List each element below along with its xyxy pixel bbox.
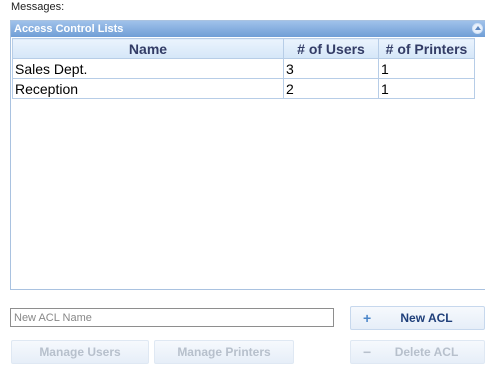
table-row[interactable]: Reception 2 1 <box>12 78 475 99</box>
cell-printers[interactable]: 1 <box>378 78 475 99</box>
table-row[interactable]: Sales Dept. 3 1 <box>12 58 475 79</box>
delete-acl-button[interactable]: − Delete ACL <box>350 340 485 364</box>
manage-printers-label: Manage Printers <box>177 345 271 359</box>
column-header-users[interactable]: # of Users <box>283 38 379 59</box>
column-header-name[interactable]: Name <box>12 38 284 59</box>
plus-icon: + <box>363 310 372 326</box>
cell-users[interactable]: 3 <box>283 58 379 79</box>
minus-icon: − <box>363 344 372 360</box>
messages-label: Messages: <box>11 1 65 13</box>
manage-users-label: Manage Users <box>39 345 121 359</box>
manage-printers-button[interactable]: Manage Printers <box>154 340 294 364</box>
panel-title: Access Control Lists <box>14 23 124 35</box>
acl-table: Name # of Users # of Printers Sales Dept… <box>12 38 475 99</box>
table-header-row: Name # of Users # of Printers <box>12 38 475 59</box>
collapse-icon[interactable] <box>472 23 483 34</box>
access-control-lists-panel: Access Control Lists Name # of Users # o… <box>10 20 485 290</box>
manage-users-button[interactable]: Manage Users <box>11 340 149 364</box>
cell-name[interactable]: Reception <box>12 78 284 99</box>
new-acl-button[interactable]: + New ACL <box>350 306 485 330</box>
panel-header: Access Control Lists <box>11 21 485 37</box>
acl-name-input[interactable] <box>10 308 334 327</box>
column-header-printers[interactable]: # of Printers <box>378 38 475 59</box>
cell-name[interactable]: Sales Dept. <box>12 58 284 79</box>
cell-printers[interactable]: 1 <box>378 58 475 79</box>
cell-users[interactable]: 2 <box>283 78 379 99</box>
